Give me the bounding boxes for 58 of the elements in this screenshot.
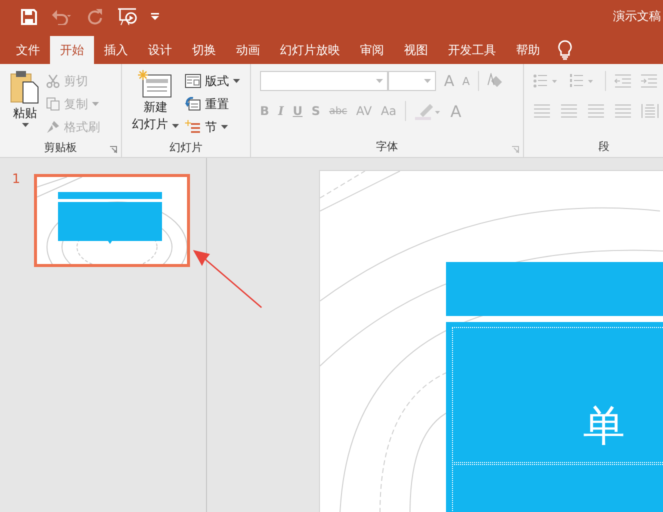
- ribbon-tab[interactable]: 开始: [50, 36, 94, 64]
- layout-button[interactable]: 版式: [184, 70, 240, 92]
- caret-icon: [172, 124, 179, 128]
- decrease-indent-icon[interactable]: [614, 74, 632, 88]
- presentation-icon[interactable]: [117, 8, 137, 26]
- save-icon[interactable]: [21, 8, 37, 24]
- align-icon[interactable]: [533, 104, 551, 118]
- new-slide-icon: [138, 70, 172, 98]
- copy-icon: [46, 97, 60, 111]
- new-slide-button[interactable]: 新建 幻灯片: [130, 70, 181, 138]
- scissors-icon: [46, 74, 60, 88]
- align-icon[interactable]: [560, 104, 578, 118]
- group-label: 幻灯片: [170, 140, 202, 155]
- align-icon[interactable]: [614, 104, 632, 118]
- ribbon-tab[interactable]: 开发工具: [438, 36, 506, 64]
- slide-number: 1: [12, 172, 20, 187]
- layout-icon: [184, 74, 201, 88]
- placeholder-text: 单: [583, 402, 625, 450]
- caret-icon: [220, 125, 228, 129]
- caret-icon: [232, 79, 240, 83]
- caret-icon: [22, 123, 28, 127]
- slide-thumbnail[interactable]: [34, 174, 190, 267]
- highlighter-icon[interactable]: [415, 102, 442, 120]
- ribbon-tab[interactable]: 帮助: [506, 36, 550, 64]
- section-button[interactable]: 节: [184, 116, 240, 138]
- ribbon-tab[interactable]: 设计: [138, 36, 182, 64]
- reset-icon: [184, 97, 201, 111]
- eraser-icon[interactable]: [486, 73, 505, 89]
- lightbulb-icon[interactable]: [558, 40, 572, 60]
- ribbon-tab[interactable]: 视图: [394, 36, 438, 64]
- font-name-field[interactable]: [260, 71, 388, 91]
- ribbon-tab[interactable]: 审阅: [350, 36, 394, 64]
- ribbon-tab[interactable]: 切换: [182, 36, 226, 64]
- ribbon-tab[interactable]: 幻灯片放映: [270, 36, 350, 64]
- dialog-launcher-icon[interactable]: [512, 146, 519, 153]
- ribbon-tab[interactable]: 插入: [94, 36, 138, 64]
- caret-icon: [424, 79, 431, 83]
- font-size-field[interactable]: [388, 71, 436, 91]
- dropdown-icon[interactable]: [151, 12, 159, 20]
- group-label: 段: [598, 138, 610, 154]
- group-label: 剪贴板: [44, 140, 77, 155]
- text-placeholder[interactable]: [452, 464, 663, 512]
- window-title: 演示文稿: [613, 8, 662, 25]
- ribbon-tab[interactable]: 文件: [6, 36, 50, 64]
- caret-icon: [376, 79, 383, 83]
- paste-button[interactable]: 粘贴: [8, 70, 42, 138]
- brush-icon: [46, 120, 60, 134]
- caret-icon: [92, 102, 99, 106]
- clipboard-icon: [10, 70, 40, 104]
- section-icon: [184, 120, 201, 134]
- columns-icon[interactable]: [641, 103, 659, 119]
- reset-button[interactable]: 重置: [184, 93, 240, 115]
- arrow: [191, 248, 263, 310]
- align-icon[interactable]: [587, 104, 605, 118]
- increase-indent-icon[interactable]: [640, 74, 658, 88]
- group-label: 字体: [376, 138, 398, 154]
- dialog-launcher-icon[interactable]: [110, 146, 117, 153]
- ribbon-tab[interactable]: 动画: [226, 36, 270, 64]
